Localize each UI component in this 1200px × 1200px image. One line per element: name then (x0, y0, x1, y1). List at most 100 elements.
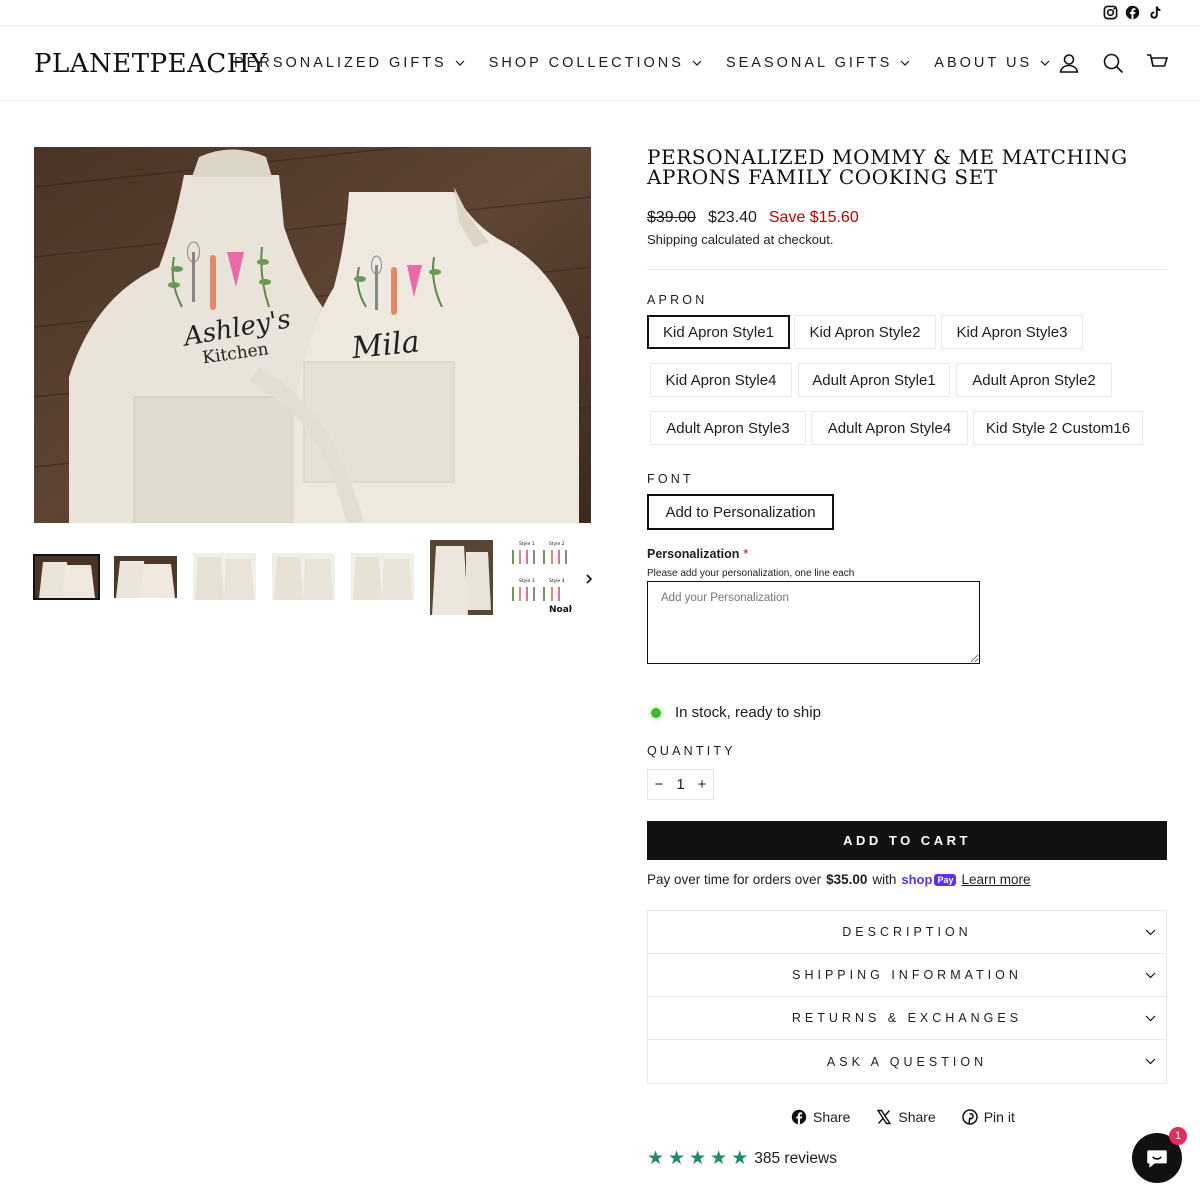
apron-option-adult-style4[interactable]: Adult Apron Style4 (811, 411, 968, 445)
header-icons (1058, 52, 1168, 74)
accordion-description[interactable]: DESCRIPTION (648, 911, 1166, 954)
main-image-text-name2: Mila (349, 324, 421, 366)
add-to-cart-button[interactable]: ADD TO CART (647, 821, 1167, 860)
personalization-input[interactable] (647, 581, 980, 664)
instagram-icon[interactable] (1103, 5, 1118, 20)
chat-icon (1147, 1150, 1167, 1168)
chevron-down-icon (1040, 60, 1050, 66)
chevron-down-icon (1145, 1015, 1156, 1022)
chevron-right-icon[interactable] (583, 572, 595, 586)
shipping-note: Shipping calculated at checkout. (647, 232, 833, 247)
accordion-ask-a-question[interactable]: ASK A QUESTION (648, 1040, 1166, 1083)
thumbnail-5[interactable] (351, 553, 414, 600)
facebook-icon[interactable] (1125, 5, 1140, 20)
apron-option-kid-style2-custom16[interactable]: Kid Style 2 Custom16 (973, 411, 1143, 445)
quantity-label: QUANTITY (647, 744, 736, 758)
nav-about-us[interactable]: ABOUT US (934, 55, 1050, 71)
thumb7-style2: Style 2 (549, 541, 565, 547)
thumb7-style4: Style 4 (549, 578, 565, 584)
accordion-returns-exchanges[interactable]: RETURNS & EXCHANGES (648, 997, 1166, 1040)
apron-option-adult-style2[interactable]: Adult Apron Style2 (956, 363, 1112, 397)
shoppay-brand: shop (901, 872, 933, 887)
star-icon: ★ (710, 1148, 728, 1169)
share-row: Share Share Pin it (791, 1109, 1015, 1125)
personalization-label-text: Personalization (647, 547, 740, 561)
thumb7-style1: Style 1 (519, 541, 535, 547)
pay-over-time: Pay over time for orders over $35.00 wit… (647, 872, 1031, 887)
product-info: PERSONALIZED MOMMY & ME MATCHING APRONS … (647, 145, 1167, 1168)
personalization-label: Personalization * (647, 547, 748, 561)
star-icon: ★ (731, 1148, 749, 1169)
shop-pay-logo: shop Pay (901, 872, 957, 887)
thumbnail-4[interactable] (272, 553, 335, 600)
share-facebook-button[interactable]: Share (791, 1109, 850, 1125)
share-x-button[interactable]: Share (876, 1109, 936, 1125)
personalization-help: Please add your personalization, one lin… (647, 568, 855, 579)
thumbnail-1[interactable] (33, 554, 100, 600)
divider (647, 269, 1167, 270)
required-asterisk: * (743, 547, 749, 561)
chevron-down-icon (1145, 972, 1156, 979)
site-logo[interactable]: PLANETPEACHY (34, 49, 268, 79)
thumbnail-7[interactable]: Style 1 Style 2 Style 3 Style 4 Noah (509, 540, 572, 617)
payover-prefix: Pay over time for orders over (647, 872, 822, 887)
chat-unread-badge: 1 (1169, 1127, 1187, 1145)
chevron-down-icon (692, 60, 702, 66)
star-icon: ★ (668, 1148, 686, 1169)
nav-shop-collections[interactable]: SHOP COLLECTIONS (489, 55, 702, 71)
learn-more-link[interactable]: Learn more (961, 872, 1030, 887)
thumbnail-2[interactable] (114, 556, 177, 598)
quantity-stepper: − 1 + (647, 769, 714, 800)
accordion-label: DESCRIPTION (842, 925, 972, 939)
pinterest-icon (961, 1109, 978, 1125)
shoppay-pay: Pay (934, 873, 957, 886)
social-bar (0, 0, 1200, 26)
payover-with: with (872, 872, 897, 887)
quantity-value[interactable]: 1 (676, 776, 684, 793)
payover-amount: $35.00 (826, 872, 868, 887)
stock-dot-icon (651, 707, 661, 718)
accordion-label: SHIPPING INFORMATION (792, 968, 1022, 982)
shipping-text: Shipping calculated at checkout. (647, 232, 834, 247)
apron-option-kid-style1[interactable]: Kid Apron Style1 (647, 315, 790, 349)
quantity-decrease-button[interactable]: − (648, 770, 670, 799)
share-pinterest-button[interactable]: Pin it (961, 1109, 1015, 1125)
apron-option-kid-style2[interactable]: Kid Apron Style2 (794, 315, 936, 349)
thumbnail-3[interactable] (193, 553, 256, 600)
nav-label: SEASONAL GIFTS (725, 55, 893, 71)
nav-label: ABOUT US (934, 55, 1033, 71)
accordion-shipping-information[interactable]: SHIPPING INFORMATION (648, 954, 1166, 997)
x-icon (877, 1109, 892, 1125)
share-label: Pin it (983, 1109, 1015, 1125)
accordion-label: ASK A QUESTION (826, 1054, 988, 1069)
stock-text: In stock, ready to ship (675, 704, 821, 721)
cart-icon[interactable] (1146, 52, 1168, 74)
apron-label: APRON (647, 293, 708, 307)
main-product-image[interactable]: Ashley's Kitchen Mila (34, 147, 591, 523)
apron-option-kid-style3[interactable]: Kid Apron Style3 (941, 315, 1083, 349)
site-header: PLANETPEACHY PERSONALIZED GIFTS SHOP COL… (0, 26, 1200, 101)
nav-seasonal-gifts[interactable]: SEASONAL GIFTS (726, 55, 910, 71)
product-title: PERSONALIZED MOMMY & ME MATCHING APRONS … (647, 145, 1128, 189)
font-option-add-to-personalization[interactable]: Add to Personalization (647, 494, 834, 530)
star-icon: ★ (647, 1148, 665, 1169)
nav-label: SHOP COLLECTIONS (488, 55, 684, 71)
nav-personalized-gifts[interactable]: PERSONALIZED GIFTS (234, 55, 465, 71)
share-label: Share (898, 1109, 936, 1125)
apron-option-kid-style4[interactable]: Kid Apron Style4 (650, 363, 792, 397)
price-savings: Save $15.60 (768, 209, 859, 226)
thumbnail-6[interactable] (430, 540, 493, 615)
apron-option-adult-style3[interactable]: Adult Apron Style3 (650, 411, 806, 445)
thumb7-noah: Noah (549, 605, 572, 615)
social-icons (1103, 5, 1162, 20)
account-icon[interactable] (1058, 52, 1080, 74)
product-accordion: DESCRIPTION SHIPPING INFORMATION RETURNS… (647, 910, 1167, 1084)
apron-option-adult-style1[interactable]: Adult Apron Style1 (798, 363, 950, 397)
tiktok-icon[interactable] (1147, 5, 1162, 20)
search-icon[interactable] (1102, 52, 1124, 74)
reviews-summary[interactable]: ★ ★ ★ ★ ★ 385 reviews (647, 1149, 837, 1168)
quantity-increase-button[interactable]: + (691, 770, 713, 799)
main-nav: PERSONALIZED GIFTS SHOP COLLECTIONS SEAS… (234, 55, 1050, 71)
chevron-down-icon (455, 60, 465, 66)
chevron-down-icon (1145, 929, 1156, 936)
